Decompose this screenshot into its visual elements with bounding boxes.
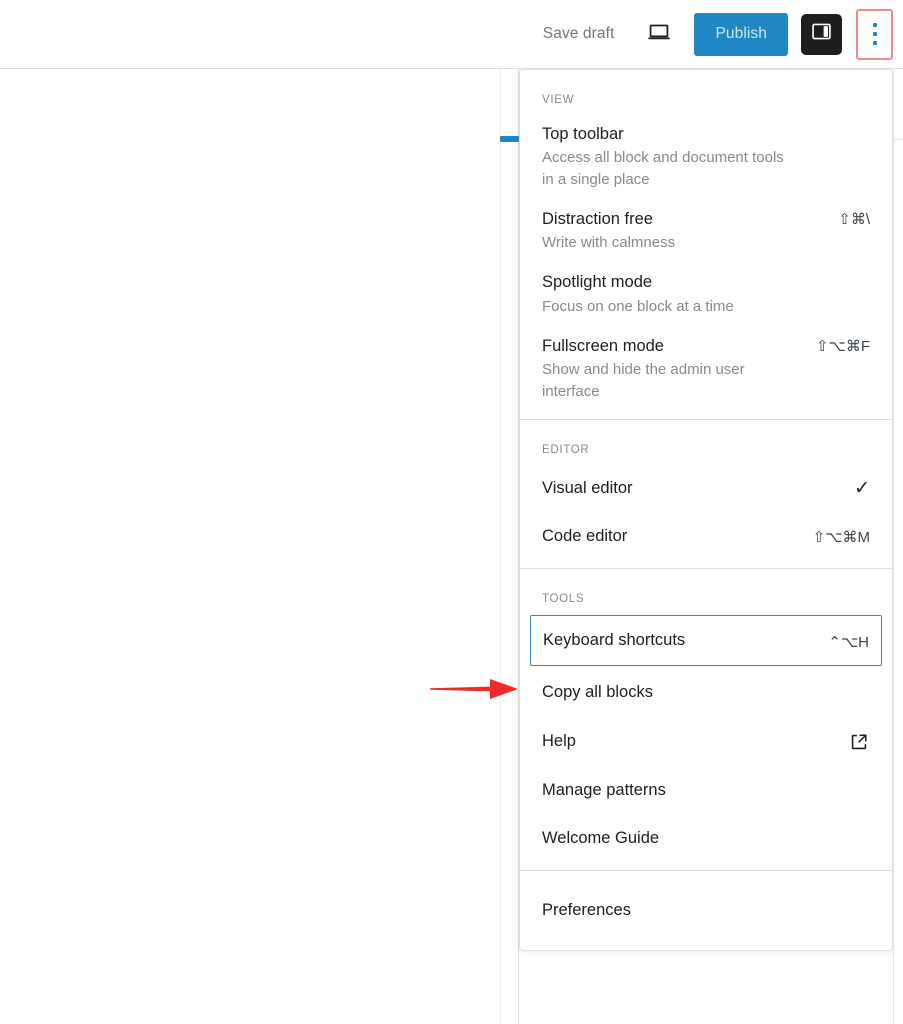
editor-canvas[interactable] [0,69,519,1024]
preview-button[interactable] [638,13,680,55]
menu-item-title: Spotlight mode [542,273,653,292]
group-label-editor: EDITOR [542,443,590,456]
laptop-preview-icon [646,19,672,50]
menu-item-title: Distraction free [542,209,653,228]
menu-item-fullscreen-mode[interactable]: Fullscreen mode Show and hide the admin … [520,326,892,411]
menu-item-title: Help [542,731,576,750]
menu-item-title: Welcome Guide [542,829,660,848]
menu-item-description: Access all block and document tools in a… [542,149,784,188]
three-vertical-dots-icon [872,23,877,27]
menu-group-editor: EDITOR Visual editor ✓ Code editor ⇧⌥⌘M [520,420,892,570]
menu-item-title: Visual editor [542,478,633,497]
menu-item-help[interactable]: Help [520,716,892,766]
editor-screen: Save draft Publish VIEW Top toolbar Acce… [0,0,903,1024]
canvas-column-rule [500,69,501,1024]
menu-item-title: Code editor [542,527,628,546]
editor-header-bar: Save draft Publish [0,0,903,69]
menu-item-shortcut: ⇧⌥⌘F [815,337,870,355]
menu-group-view: VIEW Top toolbar Access all block and do… [520,70,892,420]
options-menu-button[interactable] [856,8,893,60]
menu-item-visual-editor[interactable]: Visual editor ✓ [520,464,892,512]
menu-item-distraction-free[interactable]: Distraction free Write with calmness ⇧⌘\ [520,199,892,263]
menu-item-top-toolbar[interactable]: Top toolbar Access all block and documen… [520,114,892,199]
menu-item-description: Show and hide the admin user interface [542,361,745,400]
publish-button[interactable]: Publish [694,12,788,56]
gutter-vertical-rule [893,69,894,1024]
menu-item-title: Manage patterns [542,780,666,799]
menu-item-shortcut: ⌃⌥H [828,633,869,651]
menu-item-title: Preferences [542,901,631,920]
menu-item-preferences[interactable]: Preferences [520,879,892,941]
menu-item-shortcut: ⇧⌥⌘M [812,529,870,547]
sidebar-toggle-button[interactable] [801,13,842,55]
external-link-icon [848,729,870,753]
options-dropdown-menu: VIEW Top toolbar Access all block and do… [519,69,893,951]
dot-bottom [872,41,877,45]
header-actions: Save draft Publish [531,8,893,60]
menu-item-shortcut: ⇧⌘\ [838,210,870,228]
menu-item-description: Write with calmness [542,234,676,252]
menu-group-preferences: Preferences [520,871,892,949]
menu-item-title: Top toolbar [542,125,624,143]
save-draft-button[interactable]: Save draft [531,17,627,51]
menu-item-copy-all-blocks[interactable]: Copy all blocks [520,668,892,716]
menu-item-welcome-guide[interactable]: Welcome Guide [520,814,892,862]
dot-middle [872,32,877,36]
menu-item-title: Keyboard shortcuts [543,631,686,650]
sidebar-panel-icon [810,20,833,48]
menu-item-title: Copy all blocks [542,682,653,701]
checkmark-icon: ✓ [854,477,870,499]
menu-item-keyboard-shortcuts[interactable]: Keyboard shortcuts ⌃⌥H [530,615,882,666]
group-label-view: VIEW [542,94,575,106]
menu-item-description: Focus on one block at a time [542,297,734,315]
menu-item-spotlight-mode[interactable]: Spotlight mode Focus on one block at a t… [520,262,892,326]
menu-item-title: Fullscreen mode [542,336,664,355]
menu-item-manage-patterns[interactable]: Manage patterns [520,766,892,814]
menu-group-tools: TOOLS Keyboard shortcuts ⌃⌥H Copy all bl… [520,569,892,872]
gutter-horizontal-rule [893,139,903,140]
block-insertion-indicator [500,136,519,142]
group-label-tools: TOOLS [542,593,585,606]
menu-item-code-editor[interactable]: Code editor ⇧⌥⌘M [520,512,892,560]
